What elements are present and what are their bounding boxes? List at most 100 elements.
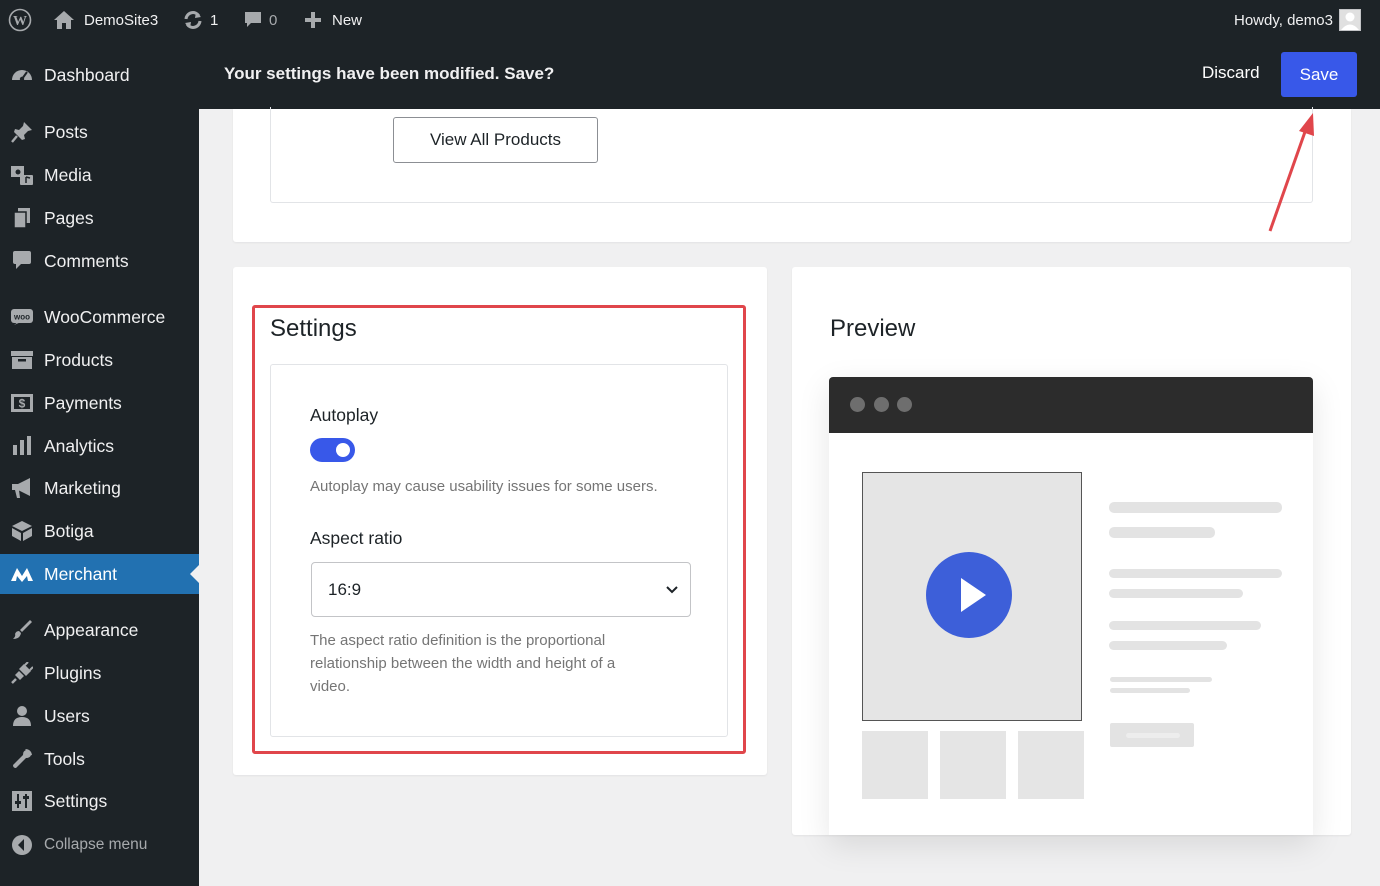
svg-text:$: $ [19, 397, 26, 411]
plus-icon [304, 11, 322, 29]
gallery-thumbnail [940, 731, 1006, 799]
skeleton-line [1109, 589, 1243, 598]
settings-panel: Autoplay Autoplay may cause usability is… [270, 364, 728, 737]
home-icon [53, 10, 75, 30]
sidebar-item-botiga[interactable]: Botiga [0, 511, 199, 551]
sidebar-item-label: Appearance [44, 619, 139, 640]
autoplay-toggle[interactable] [310, 438, 355, 462]
skeleton-line [1109, 569, 1282, 578]
svg-text:W: W [13, 14, 27, 29]
greeting-text: Howdy, demo3 [1234, 11, 1333, 29]
wordpress-logo-button[interactable]: W [8, 0, 32, 40]
svg-text:woo: woo [13, 313, 30, 322]
new-content-link[interactable]: New [304, 0, 362, 40]
discard-button[interactable]: Discard [1202, 63, 1260, 83]
sidebar-item-tools[interactable]: Tools [0, 739, 199, 779]
sidebar-item-pages[interactable]: Pages [0, 198, 199, 238]
sidebar-item-marketing[interactable]: Marketing [0, 468, 199, 508]
sidebar-item-label: Merchant [44, 563, 117, 584]
skeleton-button [1110, 723, 1194, 747]
site-name: DemoSite3 [84, 11, 159, 29]
window-dot-icon [874, 397, 889, 412]
sidebar-item-merchant[interactable]: Merchant [0, 554, 199, 594]
save-button[interactable]: Save [1281, 52, 1357, 97]
collapse-menu-button[interactable]: Collapse menu [0, 825, 199, 865]
sidebar-item-settings[interactable]: Settings [0, 781, 199, 821]
settings-card: Settings Autoplay Autoplay may cause usa… [233, 267, 767, 775]
comments-count: 0 [269, 11, 278, 29]
updates-link[interactable]: 1 [182, 0, 218, 40]
wordpress-logo-icon: W [8, 8, 32, 32]
updates-count: 1 [210, 11, 219, 29]
my-account-link[interactable]: Howdy, demo3 [1234, 0, 1361, 40]
archive-icon [9, 347, 35, 373]
media-icon [9, 162, 35, 188]
browser-titlebar [829, 377, 1313, 433]
megaphone-icon [9, 475, 35, 501]
sidebar-item-media[interactable]: Media [0, 155, 199, 195]
gallery-thumbnail [862, 731, 928, 799]
sidebar-item-comments[interactable]: Comments [0, 241, 199, 281]
plug-icon [9, 660, 35, 686]
skeleton-line [1109, 641, 1227, 650]
sidebar-item-plugins[interactable]: Plugins [0, 653, 199, 693]
sidebar-item-label: WooCommerce [44, 306, 166, 327]
comment-icon [9, 248, 35, 274]
preview-browser-mockup [829, 377, 1313, 835]
sidebar-item-appearance[interactable]: Appearance [0, 610, 199, 650]
collapse-arrow-icon [9, 832, 35, 858]
gallery-thumbnail [1018, 731, 1084, 799]
sidebar-item-label: Botiga [44, 520, 94, 541]
admin-bar: W DemoSite3 1 0 New Howdy, demo3 [0, 0, 1380, 40]
view-all-products-button[interactable]: View All Products [393, 117, 598, 163]
skeleton-line [1109, 502, 1282, 513]
cube-icon [9, 518, 35, 544]
settings-title: Settings [270, 315, 357, 342]
collapse-menu-label: Collapse menu [44, 836, 148, 853]
comment-bubble-icon [243, 10, 263, 30]
sidebar-item-label: Marketing [44, 477, 121, 498]
bar-chart-icon [9, 433, 35, 459]
merchant-logo-icon [9, 561, 35, 587]
window-dot-icon [850, 397, 865, 412]
sidebar-item-posts[interactable]: Posts [0, 112, 199, 152]
sidebar-item-label: Pages [44, 207, 94, 228]
pin-icon [9, 119, 35, 145]
aspect-ratio-select[interactable]: 16:9 [311, 562, 691, 617]
sidebar-item-label: Media [44, 164, 92, 185]
sidebar-item-label: Posts [44, 121, 88, 142]
sidebar-item-woocommerce[interactable]: woo WooCommerce [0, 297, 199, 337]
sidebar-item-label: Tools [44, 748, 85, 769]
sidebar-item-dashboard[interactable]: Dashboard [0, 55, 199, 95]
comments-link[interactable]: 0 [243, 0, 277, 40]
aspect-help-line: video. [310, 678, 351, 695]
video-placeholder [862, 472, 1082, 721]
sidebar-item-label: Comments [44, 250, 129, 271]
window-dot-icon [897, 397, 912, 412]
brush-icon [9, 617, 35, 643]
skeleton-line [1109, 621, 1261, 630]
play-button[interactable] [926, 552, 1012, 638]
skeleton-line [1110, 677, 1212, 682]
skeleton-line [1109, 527, 1215, 538]
sidebar-item-label: Payments [44, 392, 122, 413]
dashboard-icon [9, 62, 35, 88]
sidebar-item-analytics[interactable]: Analytics [0, 426, 199, 466]
pages-icon [9, 205, 35, 231]
updates-icon [182, 10, 204, 30]
wrench-icon [9, 746, 35, 772]
sliders-icon [9, 788, 35, 814]
skeleton-button-text [1126, 733, 1180, 738]
chevron-down-icon [664, 582, 680, 603]
sidebar-item-payments[interactable]: $ Payments [0, 383, 199, 423]
site-name-link[interactable]: DemoSite3 [53, 0, 158, 40]
products-card-inner: View All Products [270, 107, 1313, 203]
dollar-icon: $ [9, 390, 35, 416]
aspect-ratio-value: 16:9 [328, 580, 362, 599]
aspect-help-line: The aspect ratio definition is the propo… [310, 632, 606, 649]
sidebar-item-products[interactable]: Products [0, 340, 199, 380]
sidebar-item-users[interactable]: Users [0, 696, 199, 736]
woo-icon: woo [9, 304, 35, 330]
sidebar-item-label: Dashboard [44, 64, 130, 85]
sidebar-item-label: Analytics [44, 435, 115, 456]
